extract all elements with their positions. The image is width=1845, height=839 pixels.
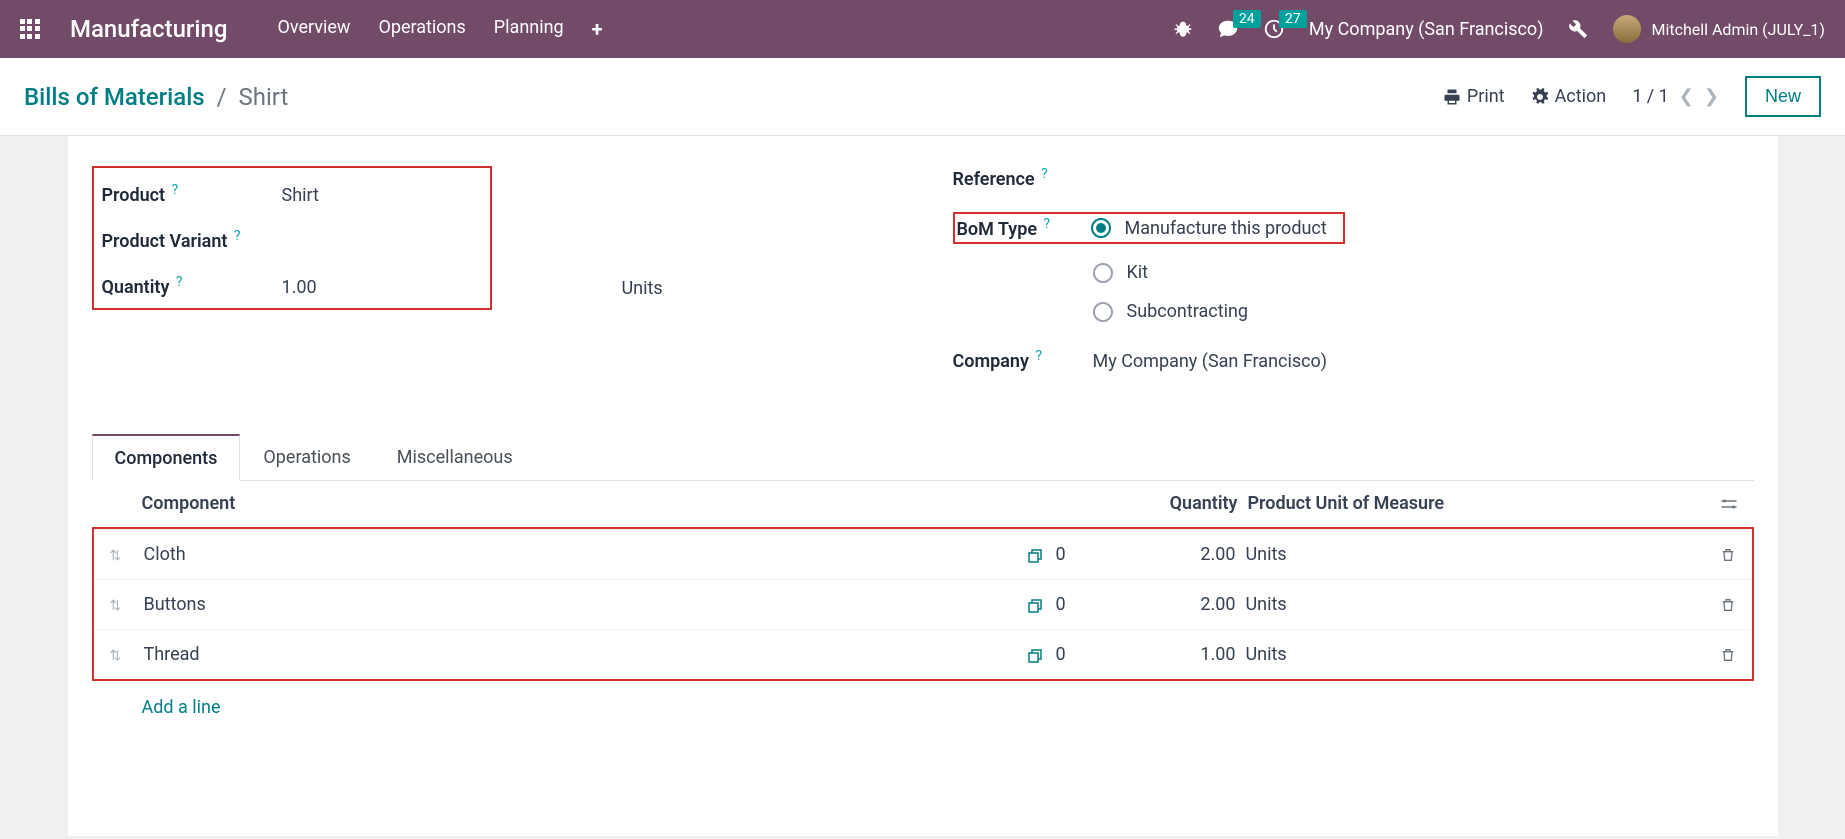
tab-components[interactable]: Components xyxy=(92,434,241,481)
radio-icon xyxy=(1093,263,1113,283)
cell-extra: 0 xyxy=(1056,544,1066,565)
avatar xyxy=(1613,15,1641,43)
print-icon xyxy=(1443,88,1461,106)
external-link-icon[interactable] xyxy=(1026,595,1044,614)
user-menu[interactable]: Mitchell Admin (JULY_1) xyxy=(1613,15,1825,43)
cell-uom[interactable]: Units xyxy=(1246,644,1696,665)
company-switcher[interactable]: My Company (San Francisco) xyxy=(1309,19,1544,40)
quantity-uom[interactable]: Units xyxy=(622,278,682,299)
cell-uom[interactable]: Units xyxy=(1246,594,1696,615)
pager-text[interactable]: 1 / 1 xyxy=(1632,86,1669,107)
cell-extra: 0 xyxy=(1056,644,1066,665)
table-row[interactable]: ⇅ Thread 0 1.00Units xyxy=(94,629,1752,679)
reference-label: Reference ? xyxy=(953,166,1093,190)
delete-icon[interactable] xyxy=(1720,644,1736,665)
tab-miscellaneous[interactable]: Miscellaneous xyxy=(374,434,536,480)
bom-type-label: BoM Type ? xyxy=(957,216,1091,240)
quantity-value[interactable]: 1.00 xyxy=(282,277,317,298)
highlight-product-box: Product ? Shirt Product Variant ? Quanti… xyxy=(92,166,492,310)
debug-icon[interactable] xyxy=(1173,18,1193,39)
table-header: Component Quantity Product Unit of Measu… xyxy=(92,481,1754,527)
variant-label: Product Variant ? xyxy=(102,228,282,252)
delete-icon[interactable] xyxy=(1720,544,1736,565)
print-button[interactable]: Print xyxy=(1443,86,1505,107)
table-row[interactable]: ⇅ Cloth 0 2.00Units xyxy=(94,529,1752,579)
pager-next-icon[interactable]: ❯ xyxy=(1704,86,1719,107)
col-component[interactable]: Component xyxy=(142,493,1028,514)
radio-manufacture[interactable]: Manufacture this product xyxy=(1091,218,1327,239)
control-panel: Bills of Materials / Shirt Print Action … xyxy=(0,58,1845,136)
delete-icon[interactable] xyxy=(1720,594,1736,615)
action-button[interactable]: Action xyxy=(1531,86,1607,107)
external-link-icon[interactable] xyxy=(1026,645,1044,664)
col-quantity[interactable]: Quantity xyxy=(1118,493,1248,514)
messages-badge: 24 xyxy=(1233,10,1261,28)
cell-uom[interactable]: Units xyxy=(1246,544,1696,565)
breadcrumb: Bills of Materials / Shirt xyxy=(24,83,288,111)
highlight-table-box: ⇅Cloth02.00Units⇅Buttons02.00Units⇅Threa… xyxy=(92,527,1754,681)
activities-badge: 27 xyxy=(1279,10,1307,28)
help-icon[interactable]: ? xyxy=(1035,348,1042,364)
cell-component[interactable]: Cloth xyxy=(144,544,1026,565)
messages-icon[interactable]: 24 xyxy=(1217,18,1239,40)
activities-icon[interactable]: 27 xyxy=(1263,18,1285,40)
tools-icon[interactable] xyxy=(1567,18,1589,40)
radio-icon xyxy=(1093,302,1113,322)
help-icon[interactable]: ? xyxy=(172,182,179,198)
tabs: Components Operations Miscellaneous xyxy=(92,434,1754,481)
pager-prev-icon[interactable]: ❮ xyxy=(1679,86,1694,107)
help-icon[interactable]: ? xyxy=(176,274,183,290)
external-link-icon[interactable] xyxy=(1026,545,1044,564)
cell-component[interactable]: Thread xyxy=(144,644,1026,665)
drag-handle-icon[interactable]: ⇅ xyxy=(110,548,122,564)
new-button[interactable]: New xyxy=(1745,76,1821,117)
apps-icon[interactable] xyxy=(20,19,40,39)
product-value[interactable]: Shirt xyxy=(282,185,319,206)
nav-planning[interactable]: Planning xyxy=(494,17,564,41)
cell-quantity[interactable]: 2.00 xyxy=(1116,594,1246,615)
cell-component[interactable]: Buttons xyxy=(144,594,1026,615)
company-label: Company ? xyxy=(953,348,1093,372)
cell-extra: 0 xyxy=(1056,594,1066,615)
table-row[interactable]: ⇅ Buttons 0 2.00Units xyxy=(94,579,1752,629)
col-uom[interactable]: Product Unit of Measure xyxy=(1248,493,1698,514)
tab-operations[interactable]: Operations xyxy=(240,434,373,480)
pager: 1 / 1 ❮ ❯ xyxy=(1632,86,1719,107)
user-name: Mitchell Admin (JULY_1) xyxy=(1651,20,1825,39)
nav-overview[interactable]: Overview xyxy=(277,17,350,41)
drag-handle-icon[interactable]: ⇅ xyxy=(110,598,122,614)
company-value[interactable]: My Company (San Francisco) xyxy=(1093,351,1328,372)
help-icon[interactable]: ? xyxy=(234,228,241,244)
help-icon[interactable]: ? xyxy=(1041,166,1048,182)
cell-quantity[interactable]: 1.00 xyxy=(1116,644,1246,665)
app-title[interactable]: Manufacturing xyxy=(70,15,227,43)
quantity-label: Quantity ? xyxy=(102,274,282,298)
product-label: Product ? xyxy=(102,182,282,206)
radio-kit[interactable]: Kit xyxy=(1093,262,1754,283)
cell-quantity[interactable]: 2.00 xyxy=(1116,544,1246,565)
highlight-bomtype-box: BoM Type ? Manufacture this product xyxy=(953,212,1345,244)
breadcrumb-current: Shirt xyxy=(238,83,288,111)
nav-operations[interactable]: Operations xyxy=(378,17,465,41)
radio-subcontracting[interactable]: Subcontracting xyxy=(1093,301,1754,322)
breadcrumb-parent[interactable]: Bills of Materials xyxy=(24,83,205,111)
nav-add-icon[interactable]: + xyxy=(592,17,603,41)
help-icon[interactable]: ? xyxy=(1044,216,1051,232)
radio-checked-icon xyxy=(1091,218,1111,238)
columns-settings-icon[interactable] xyxy=(1698,493,1738,514)
form-sheet: Product ? Shirt Product Variant ? Quanti… xyxy=(68,136,1778,836)
add-line-button[interactable]: Add a line xyxy=(92,681,1754,726)
drag-handle-icon[interactable]: ⇅ xyxy=(110,648,122,664)
gear-icon xyxy=(1531,88,1549,106)
top-navbar: Manufacturing Overview Operations Planni… xyxy=(0,0,1845,58)
